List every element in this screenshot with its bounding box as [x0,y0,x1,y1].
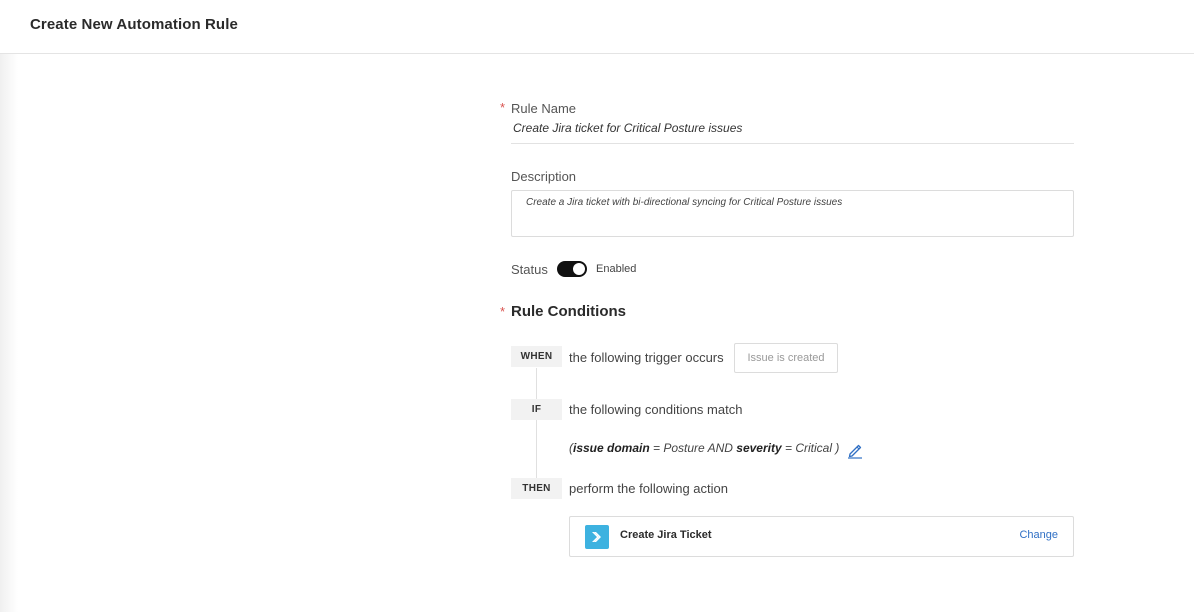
step-connector [536,420,537,482]
condition-op-severity: = Critical ) [781,441,840,455]
when-text: the following trigger occurs [569,350,724,365]
if-text: the following conditions match [569,402,743,417]
change-action-link[interactable]: Change [1019,529,1058,541]
when-tag: WHEN [511,346,562,367]
edit-pencil-icon[interactable] [846,441,864,459]
status-toggle[interactable] [557,261,587,277]
action-card: Create Jira Ticket Change [569,516,1074,557]
then-text: perform the following action [569,481,728,496]
status-label: Status [511,262,548,277]
rule-name-input[interactable]: Create Jira ticket for Critical Posture … [513,121,1073,135]
then-tag: THEN [511,478,562,499]
jira-icon [585,525,609,549]
condition-field-severity: severity [736,441,782,455]
trigger-select[interactable]: Issue is created [734,343,838,373]
step-connector [536,368,537,403]
rule-name-label: Rule Name [511,101,577,116]
rule-name-underline [511,143,1074,144]
page-title: Create New Automation Rule [30,16,238,33]
required-marker: * [500,100,506,115]
if-tag: IF [511,399,562,420]
toggle-knob [573,263,585,275]
rule-conditions-title: Rule Conditions [511,303,626,320]
condition-expression: (issue domain = Posture AND severity = C… [569,441,839,455]
action-name: Create Jira Ticket [620,529,712,541]
required-marker: * [500,304,506,319]
left-edge-shadow [0,54,18,612]
status-value: Enabled [596,263,637,275]
description-textarea[interactable]: Create a Jira ticket with bi-directional… [511,190,1074,237]
condition-field-domain: issue domain [573,441,650,455]
chevron-right-icon [592,532,601,542]
description-label: Description [511,169,577,184]
description-text: Create a Jira ticket with bi-directional… [526,197,843,208]
page-header: Create New Automation Rule [0,0,1194,54]
condition-op-domain: = Posture AND [649,441,737,455]
